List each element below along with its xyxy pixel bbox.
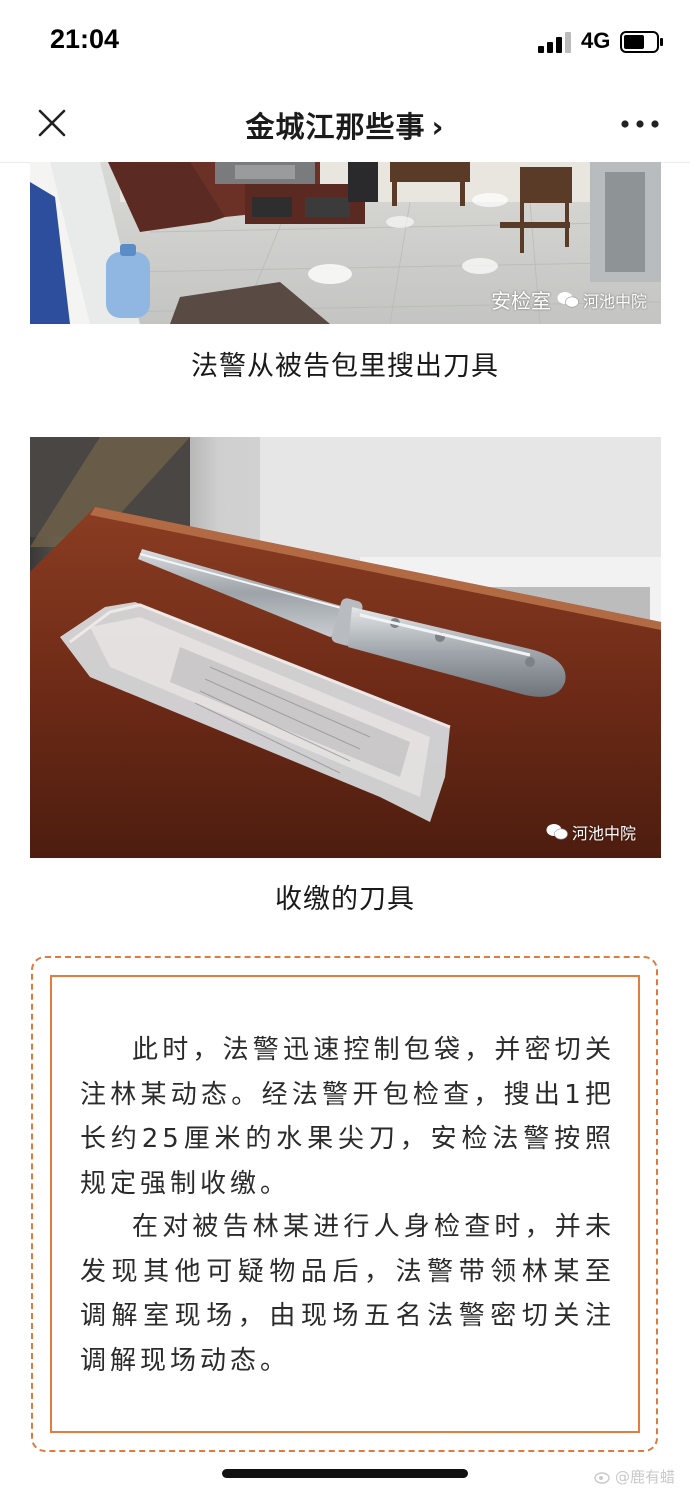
watermark-text: 河池中院 xyxy=(572,824,637,843)
account-title: 金城江那些事 xyxy=(245,110,426,144)
status-time: 21:04 xyxy=(50,24,120,54)
signal-icon xyxy=(538,32,571,53)
article-paragraph-2: 在对被告林某进行人身检查时，并未发现其他可疑物品后，法警带领林某至调解室现场，由… xyxy=(80,1212,615,1376)
nav-bar: 金城江那些事 › xyxy=(0,86,690,163)
more-dots-icon[interactable] xyxy=(620,118,660,130)
wechat-icon xyxy=(546,824,568,840)
home-indicator[interactable] xyxy=(222,1469,468,1478)
room-label: 安检室 xyxy=(491,289,551,313)
article-paragraph-1: 此时，法警迅速控制包袋，并密切关注林某动态。经法警开包检查，搜出1把长约25厘米… xyxy=(80,1035,615,1199)
weibo-watermark: @鹿有蜡 xyxy=(594,1466,675,1487)
confiscated-knife-photo[interactable]: 河池中院 xyxy=(30,437,661,858)
wechat-icon xyxy=(557,291,579,307)
photo1-caption: 法警从被告包里搜出刀具 xyxy=(191,351,499,382)
photo2-caption: 收缴的刀具 xyxy=(275,884,415,915)
battery-icon xyxy=(620,31,663,53)
security-room-photo[interactable]: 安检室 河池中院 xyxy=(30,162,661,324)
network-type: 4G xyxy=(581,28,611,53)
knife-illustration xyxy=(30,437,661,858)
photo1-watermark: 安检室 河池中院 xyxy=(491,285,647,314)
weibo-icon xyxy=(594,1472,610,1484)
status-bar: 21:04 4G xyxy=(0,0,690,86)
weibo-watermark-text: @鹿有蜡 xyxy=(615,1468,676,1486)
photo2-watermark: 河池中院 xyxy=(546,820,636,844)
watermark-text: 河池中院 xyxy=(583,291,648,311)
account-title-link[interactable]: 金城江那些事 › xyxy=(0,104,690,146)
chevron-right-icon: › xyxy=(431,110,445,144)
